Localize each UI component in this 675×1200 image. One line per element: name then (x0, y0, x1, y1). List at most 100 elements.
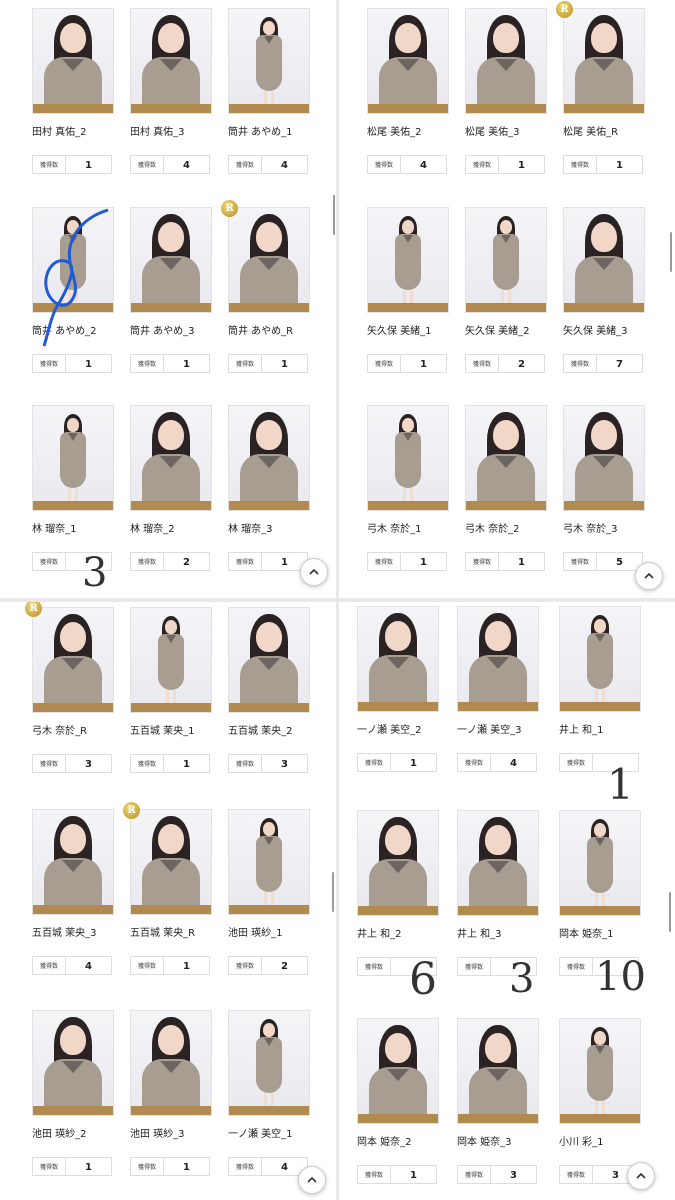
card-item[interactable]: 筒井 あやめ_1 獲得数 4 (228, 8, 326, 174)
member-photo[interactable] (228, 607, 310, 713)
card-item[interactable]: 林 瑠奈_1 獲得数 (32, 405, 130, 571)
member-photo[interactable] (367, 8, 449, 114)
member-photo[interactable] (228, 809, 310, 915)
card-item[interactable]: 五百城 茉央_3 獲得数 4 (32, 809, 130, 975)
card-item[interactable]: 岡本 姫奈_1 獲得数 (559, 810, 657, 976)
card-item[interactable]: 田村 真佑_3 獲得数 4 (130, 8, 228, 174)
count-label: 獲得数 (130, 155, 164, 174)
member-name: 小川 彩_1 (559, 1137, 604, 1148)
scroll-to-top-button[interactable] (298, 1166, 326, 1194)
card-item[interactable]: 一ノ瀬 美空_3 獲得数 4 (457, 606, 555, 772)
card-item[interactable]: 池田 瑛紗_2 獲得数 1 (32, 1010, 130, 1176)
card-item[interactable]: 林 瑠奈_3 獲得数 1 (228, 405, 326, 571)
member-photo[interactable] (228, 8, 310, 114)
member-photo[interactable] (130, 1010, 212, 1116)
member-photo[interactable] (228, 405, 310, 511)
card-item[interactable]: 一ノ瀬 美空_1 獲得数 4 (228, 1010, 326, 1176)
card-item[interactable]: 弓木 奈於_R 獲得数 3 R (25, 602, 130, 773)
card-item[interactable]: 松尾 美佑_2 獲得数 4 (367, 8, 465, 174)
card-item[interactable]: 岡本 姫奈_2 獲得数 1 (357, 1018, 455, 1184)
card-item[interactable]: 井上 和_2 獲得数 (357, 810, 455, 976)
member-photo[interactable] (559, 606, 641, 712)
member-photo[interactable] (32, 1010, 114, 1116)
member-photo[interactable] (130, 809, 212, 915)
member-photo[interactable] (228, 207, 310, 313)
count-row: 獲得数 1 (32, 155, 130, 174)
count-label: 獲得数 (367, 552, 401, 571)
count-value: 1 (391, 753, 437, 772)
card-item[interactable]: 林 瑠奈_2 獲得数 2 (130, 405, 228, 571)
count-label: 獲得数 (32, 552, 66, 571)
card-item[interactable]: 池田 瑛紗_3 獲得数 1 (130, 1010, 228, 1176)
count-label: 獲得数 (357, 957, 391, 976)
card-item[interactable]: 小川 彩_1 獲得数 3 (559, 1018, 657, 1184)
card-item[interactable]: 筒井 あやめ_R 獲得数 1 R (221, 200, 326, 373)
member-photo[interactable] (357, 606, 439, 712)
member-photo[interactable] (457, 606, 539, 712)
member-photo[interactable] (457, 1018, 539, 1124)
scrollbar-thumb[interactable] (669, 892, 671, 932)
card-item[interactable]: 井上 和_3 獲得数 (457, 810, 555, 976)
chevron-up-icon (309, 568, 319, 575)
member-photo[interactable] (228, 1010, 310, 1116)
card-item[interactable]: 矢久保 美緒_2 獲得数 2 (465, 207, 563, 373)
member-photo[interactable] (465, 207, 547, 313)
count-row: 獲得数 4 (130, 155, 228, 174)
count-value: 1 (164, 956, 210, 975)
member-photo[interactable] (563, 207, 645, 313)
member-photo[interactable] (130, 405, 212, 511)
member-photo[interactable] (563, 8, 645, 114)
card-item[interactable]: 松尾 美佑_3 獲得数 1 (465, 8, 563, 174)
card-item[interactable]: 池田 瑛紗_1 獲得数 2 (228, 809, 326, 975)
scroll-to-top-button[interactable] (627, 1162, 655, 1190)
member-photo[interactable] (357, 1018, 439, 1124)
card-item[interactable]: 松尾 美佑_R 獲得数 1 R (556, 1, 661, 174)
card-item[interactable]: 弓木 奈於_2 獲得数 1 (465, 405, 563, 571)
member-photo[interactable] (457, 810, 539, 916)
member-photo[interactable] (559, 1018, 641, 1124)
count-value: 1 (66, 155, 112, 174)
member-photo[interactable] (32, 8, 114, 114)
member-photo[interactable] (32, 405, 114, 511)
member-photo[interactable] (130, 607, 212, 713)
scroll-to-top-button[interactable] (300, 558, 328, 586)
count-value: 1 (391, 1165, 437, 1184)
member-name: 矢久保 美緒_1 (367, 326, 432, 337)
member-name: 田村 真佑_3 (130, 127, 185, 138)
scroll-to-top-button[interactable] (635, 562, 663, 590)
card-item[interactable]: 弓木 奈於_3 獲得数 5 (563, 405, 661, 571)
card-item[interactable]: 矢久保 美緒_3 獲得数 7 (563, 207, 661, 373)
card-item[interactable]: 五百城 茉央_2 獲得数 3 (228, 607, 326, 773)
member-photo[interactable] (357, 810, 439, 916)
scrollbar-thumb[interactable] (332, 872, 334, 912)
card-item[interactable]: 田村 真佑_2 獲得数 1 (32, 8, 130, 174)
member-name: 松尾 美佑_3 (465, 127, 520, 138)
count-value: 2 (164, 552, 210, 571)
card-item[interactable]: 筒井 あやめ_3 獲得数 1 (130, 207, 228, 373)
member-photo[interactable] (130, 207, 212, 313)
count-label: 獲得数 (32, 754, 66, 773)
member-photo[interactable] (32, 607, 114, 713)
member-photo[interactable] (465, 405, 547, 511)
card-item[interactable]: 五百城 茉央_1 獲得数 1 (130, 607, 228, 773)
member-photo[interactable] (563, 405, 645, 511)
scrollbar-thumb[interactable] (333, 195, 335, 235)
card-item[interactable]: 一ノ瀬 美空_2 獲得数 1 (357, 606, 455, 772)
card-item[interactable]: 井上 和_1 獲得数 (559, 606, 657, 772)
count-row: 獲得数 (457, 957, 555, 976)
scrollbar-thumb[interactable] (670, 232, 672, 272)
member-photo[interactable] (130, 8, 212, 114)
panel-bottom-left: 弓木 奈於_R 獲得数 3 R 五百城 茉央_1 獲得数 1 五百城 茉央_2 獲得数 3 五百城 … (0, 602, 336, 1200)
member-photo[interactable] (559, 810, 641, 916)
card-item[interactable]: 岡本 姫奈_3 獲得数 3 (457, 1018, 555, 1184)
member-name: 筒井 あやめ_1 (228, 127, 293, 138)
count-row: 獲得数 1 (367, 552, 465, 571)
card-item[interactable]: 矢久保 美緒_1 獲得数 1 (367, 207, 465, 373)
member-photo[interactable] (367, 207, 449, 313)
member-photo[interactable] (465, 8, 547, 114)
member-photo[interactable] (367, 405, 449, 511)
card-item[interactable]: 五百城 茉央_R 獲得数 1 R (123, 802, 228, 975)
member-photo[interactable] (32, 809, 114, 915)
count-row: 獲得数 (357, 957, 455, 976)
card-item[interactable]: 弓木 奈於_1 獲得数 1 (367, 405, 465, 571)
